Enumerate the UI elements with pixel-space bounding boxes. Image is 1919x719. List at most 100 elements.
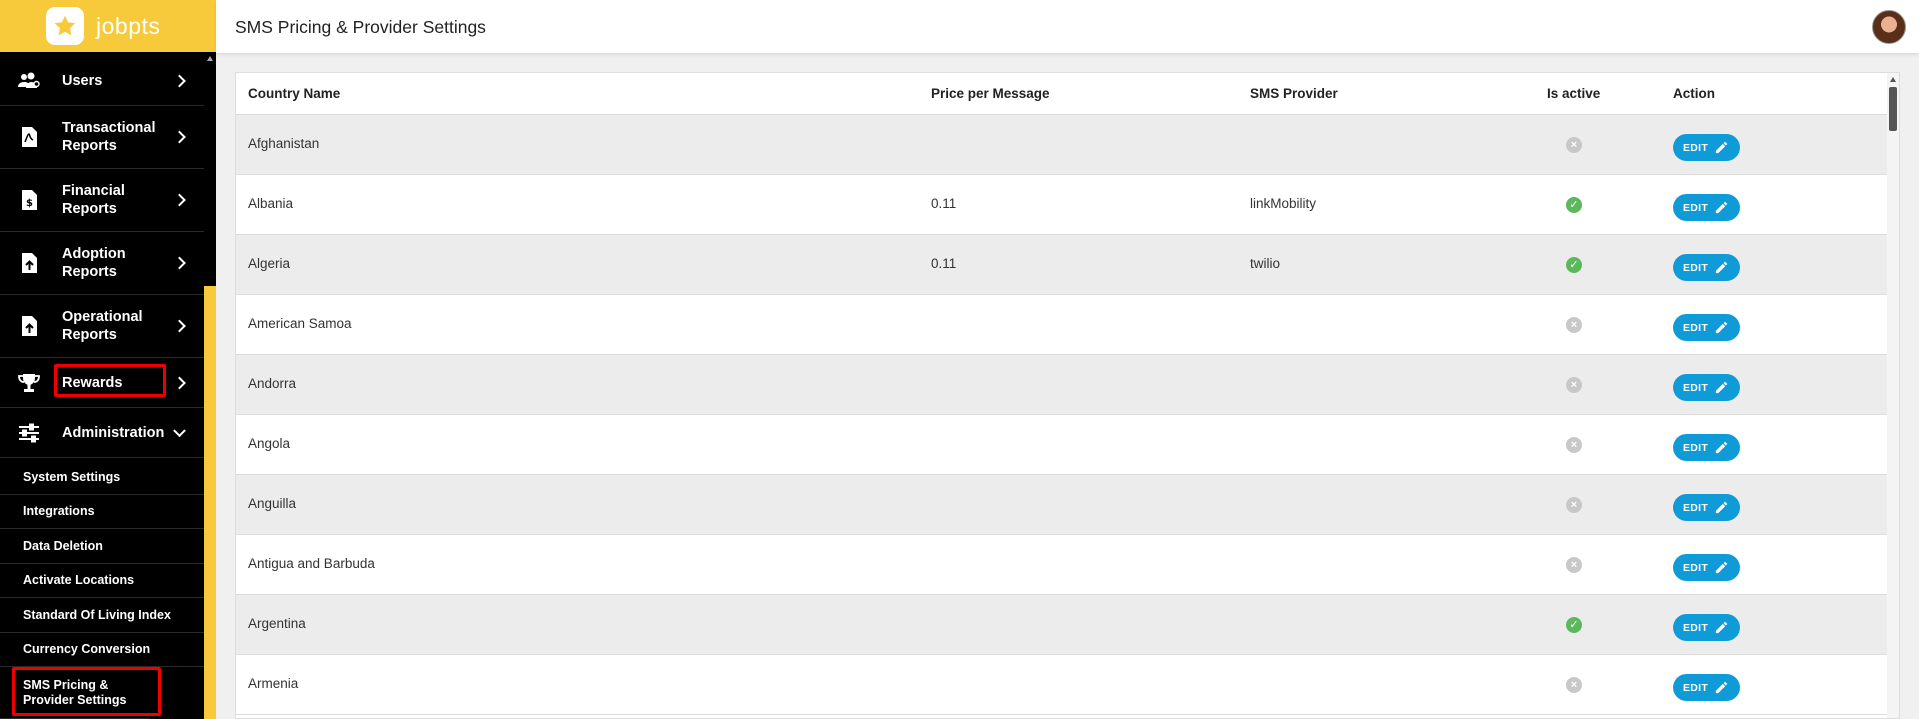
sidebar-item-operational-reports[interactable]: Operational Reports bbox=[0, 295, 204, 358]
sidebar-item-transactional-reports[interactable]: Transactional Reports bbox=[0, 106, 204, 169]
table-row: American Samoa × EDIT bbox=[236, 295, 1889, 355]
edit-button[interactable]: EDIT bbox=[1673, 134, 1740, 161]
table-scrollbar[interactable] bbox=[1887, 73, 1899, 718]
brand-name: jobpts bbox=[96, 12, 161, 39]
chevron-down-icon bbox=[173, 423, 186, 437]
table-header: Country Name Price per Message SMS Provi… bbox=[236, 73, 1889, 115]
sidebar-item-label: Transactional Reports bbox=[62, 120, 156, 154]
table-body: Afghanistan × EDIT Albania 0.11 linkMobility ✓… bbox=[236, 115, 1889, 715]
edit-button[interactable]: EDIT bbox=[1673, 494, 1740, 521]
active-check-icon: ✓ bbox=[1566, 197, 1582, 213]
edit-button[interactable]: EDIT bbox=[1673, 434, 1740, 461]
avatar[interactable] bbox=[1872, 10, 1906, 44]
column-header-provider[interactable]: SMS Provider bbox=[1250, 86, 1338, 101]
cell-provider: linkMobility bbox=[1250, 196, 1317, 211]
cell-country: Algeria bbox=[248, 256, 291, 271]
cell-country: Afghanistan bbox=[248, 136, 320, 151]
table-row: Afghanistan × EDIT bbox=[236, 115, 1889, 175]
sidebar-item-users[interactable]: Users bbox=[0, 56, 204, 106]
inactive-x-icon: × bbox=[1566, 437, 1582, 453]
page-title: SMS Pricing & Provider Settings bbox=[235, 17, 486, 37]
edit-button[interactable]: EDIT bbox=[1673, 554, 1740, 581]
administration-highlight-box bbox=[54, 364, 166, 397]
pencil-icon bbox=[1715, 621, 1728, 634]
inactive-x-icon: × bbox=[1566, 557, 1582, 573]
cell-country: Angola bbox=[248, 436, 291, 451]
pencil-icon bbox=[1715, 381, 1728, 394]
edit-button[interactable]: EDIT bbox=[1673, 194, 1740, 221]
subnav-currency-conversion[interactable]: Currency Conversion bbox=[0, 633, 204, 667]
svg-text:$: $ bbox=[26, 198, 33, 209]
sms-pricing-highlight-box bbox=[12, 667, 161, 716]
sidebar-item-label: Financial Reports bbox=[62, 183, 125, 217]
column-header-country[interactable]: Country Name bbox=[248, 86, 340, 101]
cell-provider: twilio bbox=[1250, 256, 1281, 271]
pencil-icon bbox=[1715, 681, 1728, 694]
pencil-icon bbox=[1715, 261, 1728, 274]
pencil-icon bbox=[1715, 501, 1728, 514]
top-header: SMS Pricing & Provider Settings bbox=[216, 0, 1919, 54]
edit-button-label: EDIT bbox=[1683, 561, 1709, 574]
sidebar-scroll-thumb[interactable] bbox=[204, 286, 216, 719]
sidebar-item-adoption-reports[interactable]: Adoption Reports bbox=[0, 232, 204, 295]
active-check-icon: ✓ bbox=[1566, 257, 1582, 273]
chevron-right-icon bbox=[173, 74, 186, 87]
sliders-icon bbox=[16, 420, 42, 446]
edit-button-label: EDIT bbox=[1683, 201, 1709, 214]
subnav-standard-of-living-index[interactable]: Standard Of Living Index bbox=[0, 598, 204, 633]
sidebar: jobpts Users Transactional Reports $ Fin… bbox=[0, 0, 216, 719]
cell-country: Antigua and Barbuda bbox=[248, 556, 375, 571]
table-row: Argentina ✓ EDIT bbox=[236, 595, 1889, 655]
trophy-icon bbox=[16, 370, 42, 396]
edit-button[interactable]: EDIT bbox=[1673, 314, 1740, 341]
edit-button-label: EDIT bbox=[1683, 621, 1709, 634]
subnav-activate-locations[interactable]: Activate Locations bbox=[0, 564, 204, 598]
scroll-up-arrow-icon[interactable] bbox=[1890, 77, 1896, 82]
edit-button[interactable]: EDIT bbox=[1673, 254, 1740, 281]
column-header-action: Action bbox=[1673, 86, 1715, 101]
brand-header[interactable]: jobpts bbox=[0, 0, 216, 52]
scroll-up-arrow-icon[interactable] bbox=[207, 56, 213, 61]
inactive-x-icon: × bbox=[1566, 317, 1582, 333]
sidebar-item-financial-reports[interactable]: $ Financial Reports bbox=[0, 169, 204, 232]
star-logo-icon bbox=[46, 7, 84, 45]
column-header-active[interactable]: Is active bbox=[1547, 86, 1600, 101]
pencil-icon bbox=[1715, 141, 1728, 154]
edit-button-label: EDIT bbox=[1683, 261, 1709, 274]
cell-price: 0.11 bbox=[931, 256, 957, 271]
sidebar-item-label: Administration bbox=[62, 424, 165, 441]
subnav-data-deletion[interactable]: Data Deletion bbox=[0, 529, 204, 564]
pencil-icon bbox=[1715, 441, 1728, 454]
cell-country: Argentina bbox=[248, 616, 306, 631]
table-row: Armenia × EDIT bbox=[236, 655, 1889, 715]
sidebar-scrollbar[interactable] bbox=[204, 52, 216, 719]
edit-button-label: EDIT bbox=[1683, 441, 1709, 454]
edit-button[interactable]: EDIT bbox=[1673, 674, 1740, 701]
inactive-x-icon: × bbox=[1566, 377, 1582, 393]
column-header-price[interactable]: Price per Message bbox=[931, 86, 1050, 101]
cell-country: American Samoa bbox=[248, 316, 352, 331]
sidebar-item-label: Operational Reports bbox=[62, 309, 143, 343]
edit-button-label: EDIT bbox=[1683, 321, 1709, 334]
users-icon bbox=[16, 68, 42, 94]
edit-button[interactable]: EDIT bbox=[1673, 614, 1740, 641]
transactional-report-icon bbox=[16, 124, 42, 150]
subnav-system-settings[interactable]: System Settings bbox=[0, 460, 204, 495]
financial-report-icon: $ bbox=[16, 187, 42, 213]
table-scroll-thumb[interactable] bbox=[1889, 87, 1897, 131]
edit-button-label: EDIT bbox=[1683, 381, 1709, 394]
table-row: Anguilla × EDIT bbox=[236, 475, 1889, 535]
cell-country: Andorra bbox=[248, 376, 297, 391]
subnav-integrations[interactable]: Integrations bbox=[0, 495, 204, 529]
edit-button[interactable]: EDIT bbox=[1673, 374, 1740, 401]
chevron-right-icon bbox=[173, 193, 186, 207]
sms-pricing-table: Country Name Price per Message SMS Provi… bbox=[235, 72, 1900, 719]
sidebar-item-administration[interactable]: Administration bbox=[0, 408, 204, 458]
chevron-right-icon bbox=[173, 376, 186, 389]
edit-button-label: EDIT bbox=[1683, 141, 1709, 154]
sidebar-nav: Users Transactional Reports $ Financial … bbox=[0, 56, 204, 458]
table-row: Angola × EDIT bbox=[236, 415, 1889, 475]
edit-button-label: EDIT bbox=[1683, 501, 1709, 514]
pencil-icon bbox=[1715, 561, 1728, 574]
cell-country: Anguilla bbox=[248, 496, 297, 511]
